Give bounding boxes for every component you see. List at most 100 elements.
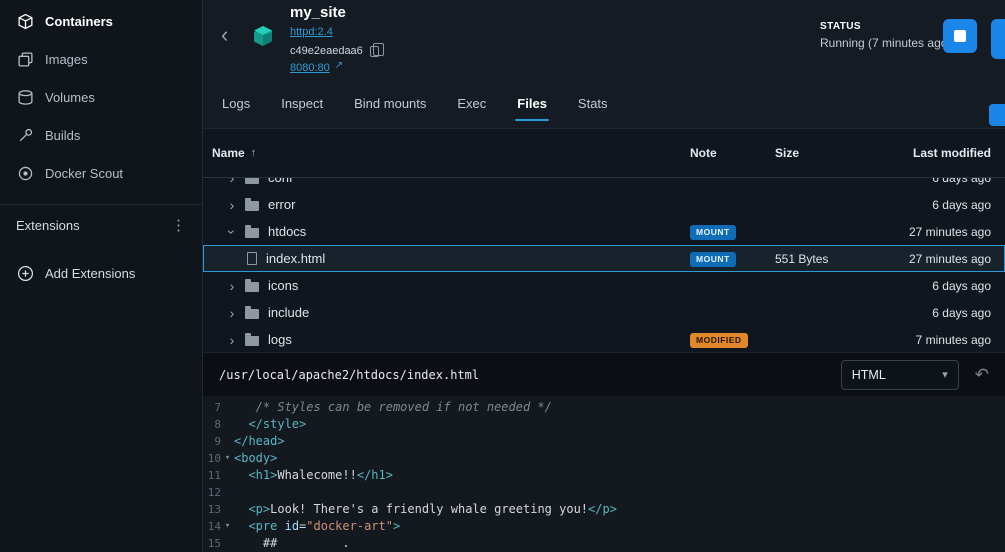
sidebar-item-label: Containers [45,14,113,29]
tab-inspect[interactable]: Inspect [279,92,325,115]
sidebar-item-label: Volumes [45,90,95,105]
chevron-right-icon[interactable]: › [225,198,239,212]
file-path: /usr/local/apache2/htdocs/index.html [219,368,479,382]
fold-icon[interactable]: ▾ [221,450,234,467]
kebab-menu-icon[interactable]: ⋮ [171,216,186,234]
table-row-index-html[interactable]: index.htmlMOUNT551 Bytes27 minutes ago [203,245,1005,272]
column-header-last-modified[interactable]: Last modified [895,146,1005,160]
modified-cell: 6 days ago [895,198,1005,212]
fold-icon[interactable]: ▾ [221,518,234,535]
code-text[interactable]: <p>Look! There's a friendly whale greeti… [234,501,617,518]
folder-icon [245,178,259,184]
table-row-include[interactable]: ›include6 days ago [203,299,1005,326]
table-row-icons[interactable]: ›icons6 days ago [203,272,1005,299]
code-line: 11 <h1>Whalecome!!</h1> [203,467,1005,484]
token: </p> [588,502,617,516]
fold-gutter [221,416,234,433]
sidebar-item-containers[interactable]: Containers [0,2,202,40]
copy-icon[interactable] [370,46,379,57]
file-name: include [268,305,309,320]
column-label-note: Note [690,146,717,160]
file-path-bar: /usr/local/apache2/htdocs/index.html HTM… [203,352,1005,396]
sort-asc-icon: ↑ [251,147,257,159]
sidebar-item-images[interactable]: Images [0,40,202,78]
column-label-last-modified: Last modified [913,146,991,160]
code-text[interactable]: ## . [234,535,350,552]
badge-modified: MODIFIED [690,333,748,348]
size-cell: 551 Bytes [775,252,895,266]
tabs-list: Logs Inspect Bind mounts Exec Files Stats [220,92,610,115]
token: </style> [234,417,306,431]
code-line: 12 [203,484,1005,501]
column-header-name[interactable]: Name ↑ [203,146,690,160]
table-row-conf[interactable]: ›conf6 days ago [203,178,1005,191]
token: </head> [234,434,285,448]
column-header-size[interactable]: Size [775,146,895,160]
chevron-right-icon[interactable]: › [225,178,239,185]
code-text[interactable]: /* Styles can be removed if not needed *… [234,399,552,416]
undo-icon[interactable]: ↶ [975,366,989,383]
table-row-htdocs[interactable]: › htdocs MOUNT 27 minutes ago [203,218,1005,245]
token [234,468,248,482]
external-link-icon: ↗ [335,60,343,71]
token: /* Styles can be removed if not needed *… [234,400,552,414]
sidebar-item-docker-scout[interactable]: Docker Scout [0,154,202,192]
tab-bind-mounts[interactable]: Bind mounts [352,92,428,115]
back-button[interactable]: ‹ [221,24,228,46]
badge-mount: MOUNT [690,225,736,240]
sidebar-item-extensions[interactable]: Extensions ⋮ [0,205,202,245]
line-number: 12 [203,484,221,501]
code-text[interactable]: <pre id="docker-art"> [234,518,400,535]
token: > [393,519,400,533]
sidebar-item-add-extensions[interactable]: Add Extensions [0,253,202,293]
tab-logs[interactable]: Logs [220,92,252,115]
modified-cell: 27 minutes ago [895,225,1005,239]
port-link[interactable]: 8080:80 [290,62,330,74]
line-number: 14 [203,518,221,535]
line-number: 13 [203,501,221,518]
code-editor[interactable]: 7 /* Styles can be removed if not needed… [203,396,1005,552]
sidebar-nav: Containers Images Volumes Builds Docker Scou… [0,2,202,192]
sidebar-item-label: Docker Scout [45,166,123,181]
sidebar-item-builds[interactable]: Builds [0,116,202,154]
image-link[interactable]: httpd:2.4 [290,26,333,38]
code-line: 15 ## . [203,535,1005,552]
sidebar-item-volumes[interactable]: Volumes [0,78,202,116]
stop-icon [954,30,966,42]
code-text[interactable]: </style> [234,416,306,433]
column-header-note[interactable]: Note [690,146,775,160]
code-text[interactable]: <h1>Whalecome!!</h1> [234,467,393,484]
token [234,502,248,516]
chevron-right-icon[interactable]: › [225,306,239,320]
fold-gutter [221,399,234,416]
language-select[interactable]: HTML ▾ [841,360,959,390]
name-cell: › include [203,305,690,320]
token: id [285,519,299,533]
table-row-error[interactable]: ›error6 days ago [203,191,1005,218]
code-text[interactable]: </head> [234,433,285,450]
stop-button[interactable] [943,19,977,53]
tab-exec[interactable]: Exec [455,92,488,115]
status-value: Running (7 minutes ago) [820,36,951,50]
fold-gutter [221,501,234,518]
code-line: 9</head> [203,433,1005,450]
docker-desktop-window: Containers Images Volumes Builds Docker Scou… [0,0,1005,552]
token: "docker-art" [306,519,393,533]
file-name: htdocs [268,224,306,239]
chevron-right-icon[interactable]: › [225,279,239,293]
chevron-right-icon[interactable]: › [225,333,239,347]
clipped-action-button[interactable] [991,19,1005,59]
name-cell: ›conf [203,178,690,185]
clipped-tab-action-button[interactable] [989,104,1005,126]
file-name: icons [268,278,298,293]
modified-cell: 7 minutes ago [895,333,1005,347]
tab-stats[interactable]: Stats [576,92,610,115]
file-table-header: Name ↑ Note Size Last modified [203,128,1005,178]
tab-files[interactable]: Files [515,92,549,115]
table-row-logs[interactable]: ›logsMODIFIED7 minutes ago [203,326,1005,352]
token [234,519,248,533]
token [277,519,284,533]
code-text[interactable]: <body> [234,450,277,467]
token: Look! There's a friendly whale greeting … [270,502,588,516]
chevron-down-icon[interactable]: › [225,225,239,239]
